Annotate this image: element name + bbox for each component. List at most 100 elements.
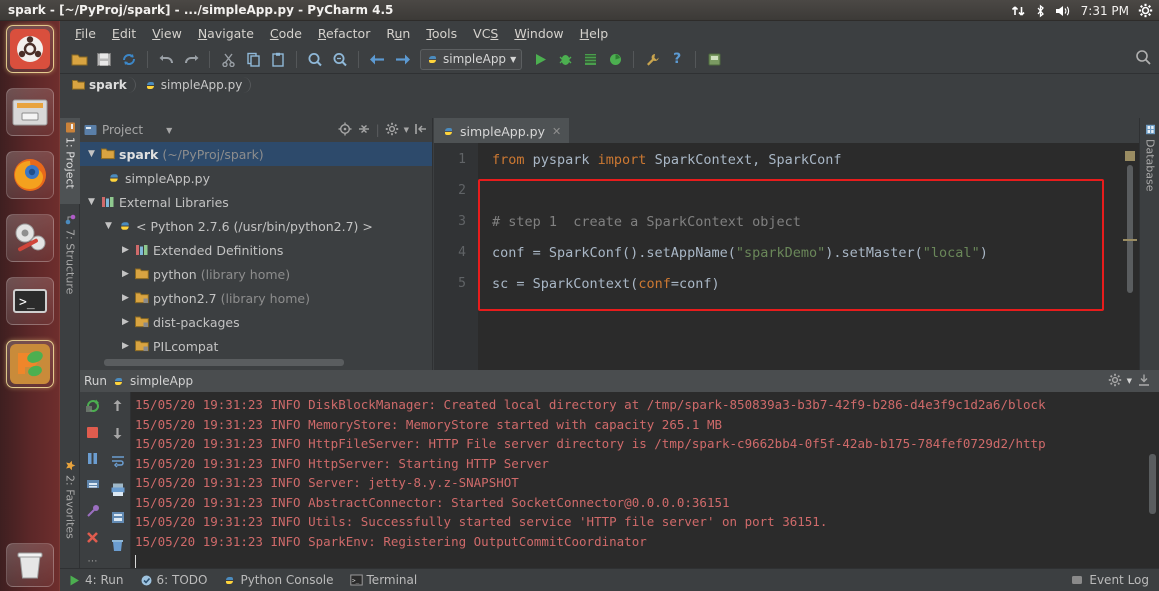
launcher-item-pycharm[interactable] xyxy=(6,340,54,388)
close-icon[interactable] xyxy=(85,530,100,548)
debug-icon[interactable] xyxy=(554,48,576,70)
vcs-update-icon[interactable] xyxy=(703,48,725,70)
sidebar-item-favorites[interactable]: 2: Favorites xyxy=(60,456,80,564)
sidebar-item-project[interactable]: 1: Project xyxy=(60,118,80,204)
find-replace-icon[interactable] xyxy=(329,48,351,70)
scroll-down-icon[interactable] xyxy=(110,426,125,444)
stop-icon[interactable] xyxy=(85,425,100,443)
menu-item-window[interactable]: Window xyxy=(507,24,570,43)
rerun-icon[interactable] xyxy=(85,398,101,417)
status-item-run[interactable]: 4: Run xyxy=(68,573,124,587)
run-console-output[interactable]: 15/05/20 19:31:23 INFO DiskBlockManager:… xyxy=(131,392,1159,568)
menu-item-view[interactable]: View xyxy=(145,24,189,43)
chevron-right-icon[interactable]: ▶ xyxy=(120,341,131,351)
attach-icon[interactable] xyxy=(85,503,101,522)
redo-icon[interactable] xyxy=(180,48,202,70)
status-item-python-console[interactable]: Python Console xyxy=(223,573,333,587)
code-text[interactable]: from pyspark import SparkContext, SparkC… xyxy=(478,143,1139,370)
menu-item-vcs[interactable]: VCS xyxy=(466,24,505,43)
chevron-down-icon[interactable]: ▼ xyxy=(103,221,114,231)
launcher-item-ubuntu-dash[interactable] xyxy=(6,25,54,73)
bluetooth-icon[interactable] xyxy=(1035,4,1046,18)
status-item-todo[interactable]: 6: TODO xyxy=(140,573,208,587)
chevron-down-icon[interactable]: ▼ xyxy=(1127,377,1132,385)
gear-icon[interactable] xyxy=(1138,3,1153,18)
scroll-up-icon[interactable] xyxy=(110,398,125,416)
breadcrumb-item-project[interactable]: spark xyxy=(68,77,136,93)
editor-scrollbar[interactable] xyxy=(1127,165,1133,293)
find-icon[interactable] xyxy=(304,48,326,70)
locate-target-icon[interactable] xyxy=(338,122,352,139)
volume-icon[interactable] xyxy=(1055,4,1072,18)
pause-icon[interactable] xyxy=(85,451,100,469)
breadcrumb-item-file[interactable]: simpleApp.py xyxy=(140,77,252,93)
tree-row-python[interactable]: ▶ python (library home) xyxy=(80,262,432,286)
menu-item-navigate[interactable]: Navigate xyxy=(191,24,261,43)
export-icon[interactable] xyxy=(110,510,126,528)
settings-gear-icon[interactable] xyxy=(385,122,399,139)
open-folder-icon[interactable] xyxy=(68,48,90,70)
profile-icon[interactable] xyxy=(604,48,626,70)
sidebar-item-structure[interactable]: 7: Structure xyxy=(60,210,80,310)
tree-row-extended-definitions[interactable]: ▶ Extended Definitions xyxy=(80,238,432,262)
collapse-all-icon[interactable] xyxy=(357,122,371,139)
hide-panel-icon[interactable] xyxy=(414,122,428,139)
close-icon[interactable]: ✕ xyxy=(552,125,561,138)
paste-icon[interactable] xyxy=(267,48,289,70)
network-updown-icon[interactable] xyxy=(1011,4,1026,18)
launcher-item-settings[interactable] xyxy=(6,214,54,262)
console-scrollbar[interactable] xyxy=(1149,454,1156,514)
sync-icon[interactable] xyxy=(118,48,140,70)
launcher-item-firefox[interactable] xyxy=(6,151,54,199)
tray-clock[interactable]: 7:31 PM xyxy=(1081,4,1129,18)
chevron-down-icon[interactable]: ▼ xyxy=(86,149,97,159)
print-icon[interactable] xyxy=(85,477,101,495)
tree-row-python27[interactable]: ▶ python2.7 (library home) xyxy=(80,286,432,310)
tree-row-pilcompat[interactable]: ▶ PILcompat xyxy=(80,334,432,358)
project-tree[interactable]: ▼ spark (~/PyProj/spark) simpleApp.py ▼ xyxy=(80,142,432,370)
hide-panel-icon[interactable] xyxy=(1137,373,1151,390)
undo-icon[interactable] xyxy=(155,48,177,70)
help-icon[interactable]: ? xyxy=(666,48,688,70)
tree-row-dist-packages[interactable]: ▶ dist-packages xyxy=(80,310,432,334)
menu-item-refactor[interactable]: Refactor xyxy=(311,24,377,43)
more-options-icon[interactable]: ⋯ xyxy=(88,556,98,567)
menu-item-code[interactable]: Code xyxy=(263,24,309,43)
settings-wrench-icon[interactable] xyxy=(641,48,663,70)
forward-icon[interactable] xyxy=(391,48,413,70)
chevron-right-icon[interactable]: ▶ xyxy=(120,245,131,255)
menu-item-edit[interactable]: Edit xyxy=(105,24,143,43)
chevron-down-icon[interactable]: ▼ xyxy=(166,126,172,135)
chevron-down-icon[interactable]: ▼ xyxy=(404,126,409,134)
run-panel-config-label[interactable]: simpleApp xyxy=(130,374,193,388)
tree-row-spark[interactable]: ▼ spark (~/PyProj/spark) xyxy=(80,142,432,166)
menu-item-help[interactable]: Help xyxy=(573,24,616,43)
menu-item-run[interactable]: Run xyxy=(379,24,417,43)
editor-tab-simpleapp[interactable]: simpleApp.py ✕ xyxy=(434,118,569,143)
tree-row-simpleapp[interactable]: simpleApp.py xyxy=(80,166,432,190)
launcher-item-files[interactable] xyxy=(6,88,54,136)
sidebar-item-database[interactable]: Database xyxy=(1140,120,1159,220)
clear-all-icon[interactable] xyxy=(110,538,125,556)
code-editor[interactable]: 1 2 3 4 5 from pyspark import SparkConte… xyxy=(434,143,1139,370)
chevron-down-icon[interactable]: ▼ xyxy=(86,197,97,207)
status-item-event-log[interactable]: Event Log xyxy=(1071,573,1149,587)
soft-wrap-icon[interactable] xyxy=(110,454,126,472)
chevron-right-icon[interactable]: ▶ xyxy=(120,269,131,279)
back-icon[interactable] xyxy=(366,48,388,70)
status-item-terminal[interactable]: >_ Terminal xyxy=(350,573,418,587)
menu-item-tools[interactable]: Tools xyxy=(419,24,464,43)
run-configuration-selector[interactable]: simpleApp ▼ xyxy=(420,49,522,70)
copy-icon[interactable] xyxy=(242,48,264,70)
cut-icon[interactable] xyxy=(217,48,239,70)
tree-row-python-sdk[interactable]: ▼ < Python 2.7.6 (/usr/bin/python2.7) > xyxy=(80,214,432,238)
print-console-icon[interactable] xyxy=(110,482,126,500)
chevron-right-icon[interactable]: ▶ xyxy=(120,293,131,303)
run-icon[interactable] xyxy=(529,48,551,70)
settings-gear-icon[interactable] xyxy=(1108,373,1122,390)
coverage-icon[interactable] xyxy=(579,48,601,70)
project-panel-title-group[interactable]: Project ▼ xyxy=(84,123,172,137)
launcher-item-trash[interactable] xyxy=(6,543,54,587)
tree-row-external-libraries[interactable]: ▼ External Libraries xyxy=(80,190,432,214)
chevron-right-icon[interactable]: ▶ xyxy=(120,317,131,327)
